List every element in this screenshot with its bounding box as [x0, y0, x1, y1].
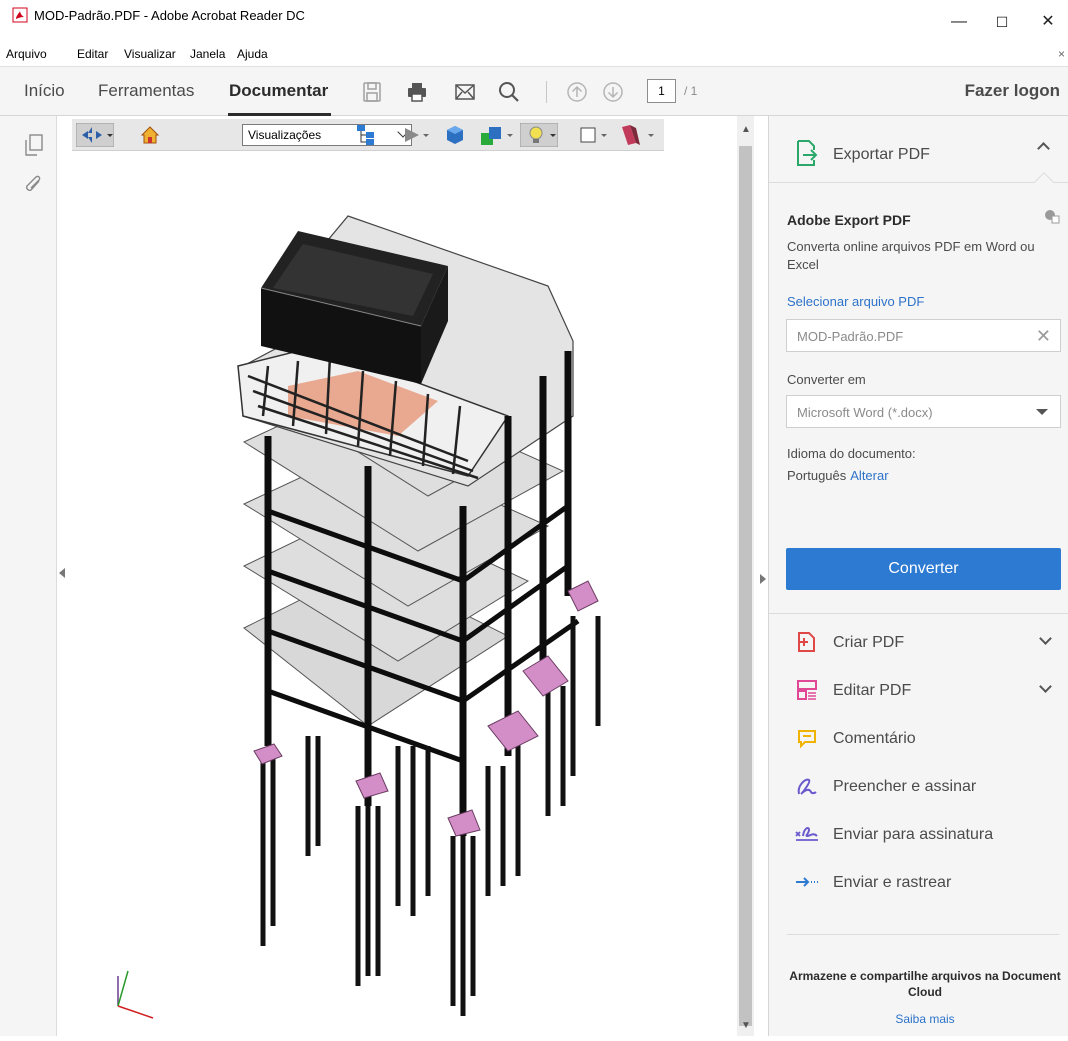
save-icon[interactable]	[360, 80, 384, 104]
projection-icon[interactable]	[444, 123, 466, 147]
tool-label: Comentário	[833, 730, 916, 747]
tool-enviar-rastrear[interactable]: Enviar e rastrear	[769, 860, 1068, 904]
views-dropdown[interactable]: Visualizações	[242, 124, 412, 146]
dropdown-arrow-icon	[1036, 409, 1048, 415]
divider	[787, 934, 1059, 935]
previous-page-icon[interactable]	[565, 80, 589, 104]
scroll-up-arrow[interactable]: ▲	[741, 124, 751, 135]
fill-sign-icon	[797, 778, 817, 795]
menu-ajuda[interactable]: Ajuda	[237, 47, 268, 61]
scrollbar-thumb[interactable]	[739, 146, 752, 1026]
page-number-input[interactable]: 1	[647, 79, 676, 103]
export-pdf-title: Adobe Export PDF	[787, 212, 911, 228]
send-track-icon	[796, 877, 818, 887]
tools-pane: Exportar PDF Adobe Export PDF Converta o…	[768, 116, 1068, 1036]
tool-label: Preencher e assinar	[833, 778, 977, 795]
main-toolbar: Início Ferramentas Documentar 1 / 1 Faze…	[0, 66, 1068, 116]
document-language-row: Português Alterar	[787, 468, 889, 483]
export-pdf-icon	[797, 140, 818, 166]
menu-janela[interactable]: Janela	[190, 47, 225, 61]
home-view-icon[interactable]	[140, 123, 160, 147]
search-icon[interactable]	[497, 80, 521, 104]
menu-editar[interactable]: Editar	[77, 47, 108, 61]
tool-preencher-assinar[interactable]: Preencher e assinar	[769, 764, 1068, 808]
expand-right-pane-arrow[interactable]	[760, 574, 766, 584]
convert-to-label: Converter em	[787, 372, 866, 387]
axis-indicator	[117, 970, 154, 1019]
document-language-value: Português	[787, 468, 847, 483]
attachments-icon[interactable]	[24, 174, 44, 196]
selected-file-field[interactable]: MOD-Padrão.PDF ✕	[786, 319, 1061, 352]
chevron-up-icon[interactable]	[1037, 142, 1050, 155]
close-button[interactable]: ✕	[1028, 2, 1068, 42]
tool-label: Enviar e rastrear	[833, 874, 952, 891]
edit-pdf-icon	[797, 680, 817, 700]
tool-criar-pdf[interactable]: Criar PDF	[769, 620, 1068, 664]
tool-enviar-assinatura[interactable]: Enviar para assinatura	[769, 812, 1068, 856]
chevron-down-icon[interactable]	[1039, 680, 1052, 693]
model-tree-icon[interactable]	[356, 123, 376, 147]
selected-file-value: MOD-Padrão.PDF	[797, 329, 904, 344]
collapse-left-pane-arrow[interactable]	[59, 568, 65, 578]
tool-comentario[interactable]: Comentário	[769, 716, 1068, 760]
clear-file-icon[interactable]: ✕	[1036, 326, 1051, 347]
chevron-down-icon[interactable]	[1039, 632, 1052, 645]
menu-arquivo[interactable]: Arquivo	[6, 47, 47, 61]
maximize-button[interactable]: ☐	[982, 2, 1022, 42]
views-dropdown-value: Visualizações	[248, 128, 322, 142]
document-view[interactable]	[68, 116, 737, 1036]
tool-label: Enviar para assinatura	[833, 826, 994, 843]
email-icon[interactable]	[453, 80, 477, 104]
toolbar-separator	[546, 81, 547, 103]
acrobat-app-icon	[12, 7, 28, 23]
convert-button[interactable]: Converter	[786, 548, 1061, 590]
play-animation-icon[interactable]	[402, 123, 430, 147]
convert-format-select[interactable]: Microsoft Word (*.docx)	[786, 395, 1061, 428]
print-icon[interactable]	[405, 80, 429, 104]
tool-editar-pdf[interactable]: Editar PDF	[769, 668, 1068, 712]
scroll-down-arrow[interactable]: ▼	[741, 1020, 751, 1031]
services-info-icon[interactable]	[1043, 208, 1061, 224]
document-cloud-promo: Armazene e compartilhe arquivos na Docum…	[789, 969, 1061, 999]
close-document-button[interactable]: ×	[1058, 47, 1065, 61]
document-language-label: Idioma do documento:	[787, 446, 916, 461]
change-language-link[interactable]: Alterar	[850, 468, 888, 483]
page-thumbnails-icon[interactable]	[24, 134, 44, 156]
tool-label: Criar PDF	[833, 634, 905, 651]
export-description: Converta online arquivos PDF em Word ou …	[787, 239, 1035, 272]
3d-toolbar: Visualizações	[72, 119, 664, 151]
minimize-button[interactable]: —	[939, 2, 979, 42]
send-signature-icon	[795, 827, 818, 841]
create-pdf-icon	[798, 632, 815, 652]
lighting-icon[interactable]	[520, 123, 558, 147]
tab-inicio[interactable]: Início	[24, 81, 65, 101]
login-button[interactable]: Fazer logon	[965, 81, 1060, 101]
convert-format-value: Microsoft Word (*.docx)	[797, 405, 933, 420]
export-pdf-header[interactable]: Exportar PDF	[769, 116, 1068, 183]
comment-icon	[798, 730, 816, 749]
left-navigation-pane	[0, 116, 57, 1036]
cross-section-icon[interactable]	[618, 123, 658, 147]
menu-visualizar[interactable]: Visualizar	[124, 47, 176, 61]
learn-more-link[interactable]: Saiba mais	[787, 1012, 1063, 1026]
export-pdf-label: Exportar PDF	[833, 146, 930, 163]
divider	[769, 613, 1068, 614]
select-file-link[interactable]: Selecionar arquivo PDF	[787, 294, 924, 309]
rotate-tool-icon[interactable]	[76, 123, 114, 147]
tab-documentar[interactable]: Documentar	[229, 81, 328, 101]
tab-ferramentas[interactable]: Ferramentas	[98, 81, 194, 101]
window-title: MOD-Padrão.PDF - Adobe Acrobat Reader DC	[34, 8, 305, 23]
title-bar: MOD-Padrão.PDF - Adobe Acrobat Reader DC…	[0, 0, 1068, 44]
tool-label: Editar PDF	[833, 682, 912, 699]
page-total: / 1	[684, 84, 698, 98]
background-color-icon[interactable]	[578, 123, 610, 147]
render-mode-icon[interactable]	[478, 123, 514, 147]
vertical-scrollbar[interactable]: ▲ ▼	[737, 116, 754, 1036]
3d-building-model[interactable]	[68, 116, 737, 1036]
menu-bar: Arquivo Editar Visualizar Janela Ajuda ×	[0, 44, 1068, 66]
next-page-icon[interactable]	[601, 80, 625, 104]
